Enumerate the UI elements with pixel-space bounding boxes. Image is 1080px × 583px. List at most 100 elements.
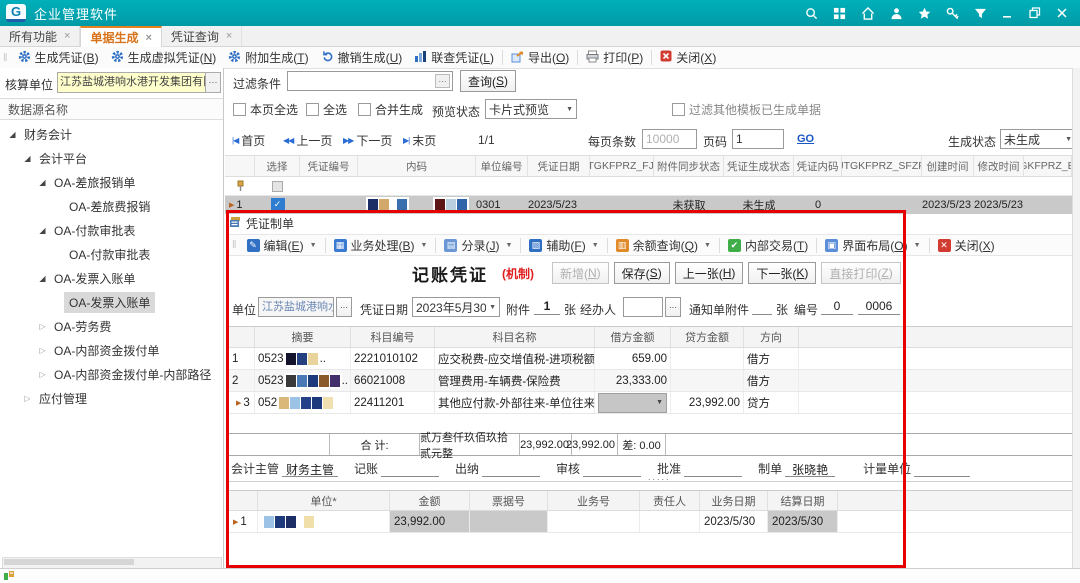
detail-header-业务日期[interactable]: 业务日期 <box>700 491 768 510</box>
entry-credit-cell[interactable] <box>671 348 744 369</box>
filter-pin-icon[interactable] <box>225 177 255 195</box>
grid-header-选择[interactable]: 选择 <box>255 156 300 176</box>
grid-header-凭证内码[interactable]: 凭证内码 <box>794 156 842 176</box>
entry-credit-cell[interactable]: 23,992.00 <box>671 392 744 413</box>
unit-more-button[interactable]: ··· <box>336 297 352 317</box>
grid-header-凭证生成状态[interactable]: 凭证生成状态 <box>724 156 794 176</box>
toolbar-button-导出(O)[interactable]: 导出(O) <box>505 49 575 66</box>
scrollbar-thumb[interactable] <box>4 559 134 565</box>
toolbar-button-联查凭证(L)[interactable]: 联查凭证(L) <box>408 49 500 66</box>
filter-select-cell[interactable] <box>255 177 300 195</box>
grid-header-创建时间[interactable]: 创建时间 <box>922 156 974 176</box>
grid-header-凭证编号[interactable]: 凭证编号 <box>300 156 358 176</box>
search-icon[interactable] <box>805 7 818 20</box>
voucher-toolbar-button-辅助(F)[interactable]: ▧辅助(F)▼ <box>523 237 604 254</box>
detail-biz-date-cell[interactable]: 2023/5/30 <box>700 511 768 532</box>
toolbar-button-附加生成(T)[interactable]: 附加生成(T) <box>222 49 314 66</box>
grid-header-修改时间[interactable]: 修改时间 <box>974 156 1024 176</box>
entry-row[interactable]: 20523..66021008管理费用-车辆费-保险费23,333.00借方 <box>229 370 1072 392</box>
tree-toggle-icon[interactable]: ▷ <box>36 322 49 331</box>
voucher-no-value[interactable]: 0 <box>821 299 853 315</box>
row-select-cell[interactable]: ✓ <box>255 198 300 212</box>
tree-item[interactable]: ◢OA-付款审批表 <box>0 218 223 242</box>
tree-toggle-icon[interactable]: ▷ <box>21 394 34 403</box>
entry-account-name-cell[interactable]: 其他应付款-外部往来-单位往来 <box>435 392 595 413</box>
detail-header-责任人[interactable]: 责任人 <box>640 491 700 510</box>
voucher-toolbar-button-余额查询(Q)[interactable]: ▥余额查询(Q)▼ <box>610 237 717 254</box>
tristate-checkbox[interactable] <box>272 181 283 192</box>
tree-toggle-icon[interactable]: ◢ <box>36 178 49 187</box>
filter-condition-input[interactable]: ··· <box>287 71 453 91</box>
detail-header-单位*[interactable]: 单位* <box>258 491 390 510</box>
toolbar-button-打印(P)[interactable]: 打印(P) <box>580 49 649 66</box>
filter-icon[interactable] <box>974 7 987 20</box>
toolbar-button-关闭(X)[interactable]: 关闭(X) <box>654 49 722 66</box>
entry-summary-cell[interactable]: 0523.. <box>255 370 351 391</box>
tree-toggle-icon[interactable]: ◢ <box>36 274 49 283</box>
merge-generate-checkbox[interactable]: 合并生成 <box>358 101 423 118</box>
grid-header-JTGKFPRZ_SFZF[interactable]: JTGKFPRZ_SFZF <box>842 156 922 176</box>
filter-other-template-checkbox[interactable]: 过滤其他模板已生成单据 <box>672 101 821 118</box>
tree-toggle-icon[interactable]: ▷ <box>36 370 49 379</box>
tab-close-icon[interactable]: × <box>145 32 151 44</box>
tree-item[interactable]: ▷OA-劳务费 <box>0 314 223 338</box>
detail-header-结算日期[interactable]: 结算日期 <box>768 491 838 510</box>
voucher-toolbar-button-业务处理(B)[interactable]: ▦业务处理(B)▼ <box>328 237 434 254</box>
voucher-no-value2[interactable]: 0006 <box>858 299 900 315</box>
select-all-checkbox[interactable]: 全选 <box>306 101 347 118</box>
entry-row[interactable]: ▶305222411201其他应付款-外部往来-单位往来▼23,992.00贷方 <box>229 392 1072 414</box>
entry-debit-cell[interactable]: 23,333.00 <box>595 370 671 391</box>
detail-unit-cell[interactable] <box>258 511 390 532</box>
tab-close-icon[interactable]: × <box>226 30 232 42</box>
notice-attach-count[interactable] <box>752 299 772 315</box>
entry-account-name-cell[interactable]: 管理费用-车辆费-保险费 <box>435 370 595 391</box>
signer-value[interactable] <box>381 461 439 477</box>
checked-checkbox[interactable]: ✓ <box>271 198 285 212</box>
voucher-toolbar-button-内部交易(T)[interactable]: ✔内部交易(T) <box>722 237 814 254</box>
signer-value[interactable] <box>914 461 970 477</box>
query-button[interactable]: 查询(S) <box>460 70 516 92</box>
entry-account-cell[interactable]: 22411201 <box>351 392 435 413</box>
toolbar-button-生成凭证(B)[interactable]: 生成凭证(B) <box>12 49 105 66</box>
detail-header-业务号[interactable]: 业务号 <box>548 491 640 510</box>
signer-value[interactable] <box>482 461 540 477</box>
voucher-button-上一张(H)[interactable]: 上一张(H) <box>675 262 744 284</box>
grid-header-附件同步状态[interactable]: 附件同步状态 <box>654 156 724 176</box>
filter-more-button[interactable]: ··· <box>435 74 450 88</box>
per-page-input[interactable]: 10000 <box>642 129 697 149</box>
detail-row[interactable]: ▶1 23,992.00 2023/5/30 2023/5/30 <box>229 511 1072 533</box>
entry-summary-cell[interactable]: 0523.. <box>255 348 351 369</box>
tree-item[interactable]: OA-差旅费报销 <box>0 194 223 218</box>
entry-credit-cell[interactable] <box>671 370 744 391</box>
entry-row[interactable]: 10523..2221010102应交税费-应交增值税-进项税额-3%659.0… <box>229 348 1072 370</box>
detail-owner-cell[interactable] <box>640 511 700 532</box>
tree-toggle-icon[interactable]: ◢ <box>6 130 19 139</box>
tab-所有功能[interactable]: 所有功能× <box>0 26 80 46</box>
tab-单据生成[interactable]: 单据生成× <box>80 26 161 47</box>
entry-header-摘要[interactable]: 摘要 <box>255 327 351 347</box>
tree-item[interactable]: ◢财务会计 <box>0 122 223 146</box>
tree-item[interactable]: OA-发票入账单 <box>0 290 223 314</box>
tree-item[interactable]: ◢OA-发票入账单 <box>0 266 223 290</box>
page-number-input[interactable]: 1 <box>732 129 784 149</box>
tree-item[interactable]: ◢OA-差旅报销单 <box>0 170 223 194</box>
signer-value[interactable]: 财务主管 <box>282 461 338 477</box>
detail-amount-cell[interactable]: 23,992.00 <box>390 511 470 532</box>
vertical-scrollbar[interactable] <box>1072 68 1080 568</box>
tree-item[interactable]: OA-付款审批表 <box>0 242 223 266</box>
entry-header-借方金额[interactable]: 借方金额 <box>595 327 671 347</box>
key-icon[interactable] <box>946 7 959 20</box>
debit-edit-dropdown[interactable]: ▼ <box>598 393 667 413</box>
entry-header-贷方金额[interactable]: 贷方金额 <box>671 327 744 347</box>
tree-item[interactable]: ◢会计平台 <box>0 146 223 170</box>
signer-value[interactable] <box>684 461 742 477</box>
detail-bill-no-cell[interactable] <box>470 511 548 532</box>
user-icon[interactable] <box>890 7 903 20</box>
entry-header-方向[interactable]: 方向 <box>744 327 799 347</box>
select-page-checkbox[interactable]: 本页全选 <box>233 101 298 118</box>
entry-account-cell[interactable]: 66021008 <box>351 370 435 391</box>
entry-debit-cell[interactable]: 659.00 <box>595 348 671 369</box>
star-icon[interactable] <box>918 7 931 20</box>
grid-header-JTGKFPRZ_BY1[interactable]: JTGKFPRZ_BY1 <box>1024 156 1072 176</box>
voucher-button-下一张(K)[interactable]: 下一张(K) <box>748 262 816 284</box>
